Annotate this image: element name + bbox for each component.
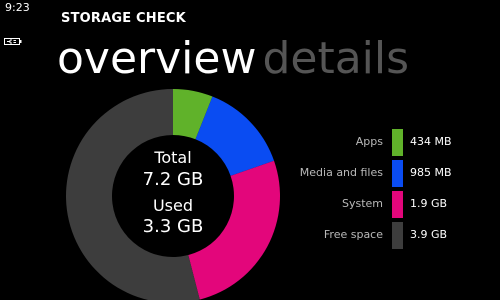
total-value: 7.2 GB [142, 169, 204, 190]
storage-donut-chart [66, 89, 280, 300]
legend-label: Media and files [299, 166, 383, 179]
pivot-item-details[interactable]: details [262, 31, 409, 87]
legend-label: Free space [323, 228, 383, 241]
legend-label: Apps [355, 135, 383, 148]
legend-label: System [341, 197, 383, 210]
legend-swatch [392, 191, 403, 218]
used-label: Used [152, 196, 194, 215]
storage-legend: Apps 434 MB Media and files 985 MB Syste… [295, 127, 495, 251]
status-time: 9:23 [5, 1, 30, 14]
legend-value: 434 MB [410, 135, 452, 148]
legend-row-apps: Apps 434 MB [295, 127, 495, 158]
legend-value: 1.9 GB [410, 197, 448, 210]
battery-charging-icon [4, 38, 22, 45]
legend-value: 3.9 GB [410, 228, 448, 241]
legend-row-media: Media and files 985 MB [295, 158, 495, 189]
pivot-item-overview[interactable]: overview [57, 31, 256, 87]
used-value: 3.3 GB [142, 216, 204, 237]
total-label: Total [154, 148, 192, 167]
pivot-header: overview details [57, 31, 409, 87]
legend-row-free: Free space 3.9 GB [295, 220, 495, 251]
app-title: STORAGE CHECK [61, 11, 186, 26]
legend-swatch [392, 160, 403, 187]
legend-swatch [392, 222, 403, 249]
legend-row-system: System 1.9 GB [295, 189, 495, 220]
legend-swatch [392, 129, 403, 156]
legend-value: 985 MB [410, 166, 452, 179]
